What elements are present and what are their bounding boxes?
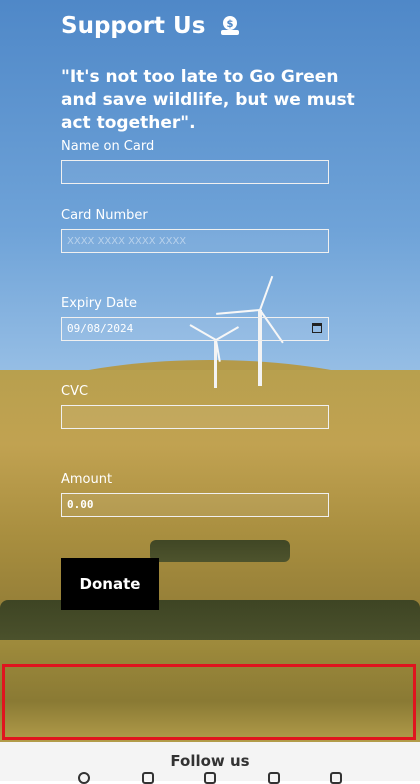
expiry-date-input[interactable]: 09/08/2024 [61, 317, 329, 341]
name-on-card-input[interactable] [61, 160, 329, 184]
linkedin-icon[interactable] [330, 772, 342, 784]
card-number-input[interactable]: XXXX XXXX XXXX XXXX [61, 229, 329, 253]
cvc-input[interactable] [61, 405, 329, 429]
facebook-icon[interactable] [78, 772, 90, 784]
page-title: Support Us $ [61, 13, 241, 39]
highlight-box [2, 664, 416, 740]
money-bag-icon: $ [219, 14, 241, 36]
page-title-text: Support Us [61, 13, 206, 39]
cvc-label: CVC [61, 384, 89, 399]
expiry-date-value: 09/08/2024 [67, 322, 134, 335]
name-on-card-label: Name on Card [61, 139, 155, 154]
card-number-placeholder: XXXX XXXX XXXX XXXX [67, 236, 187, 247]
amount-input[interactable]: 0.00 [61, 493, 329, 517]
card-number-label: Card Number [61, 208, 148, 223]
expiry-date-label: Expiry Date [61, 296, 138, 311]
amount-label: Amount [61, 472, 113, 487]
calendar-icon[interactable] [312, 323, 322, 333]
youtube-icon[interactable] [268, 772, 280, 784]
twitter-icon[interactable] [142, 772, 154, 784]
quote-text: "It's not too late to Go Green and save … [61, 67, 355, 133]
tree-line [150, 540, 290, 562]
donate-button[interactable]: Donate [61, 558, 159, 610]
instagram-icon[interactable] [204, 772, 216, 784]
svg-text:$: $ [227, 19, 234, 30]
follow-us-heading: Follow us [170, 752, 250, 770]
footer: Follow us [0, 742, 420, 784]
